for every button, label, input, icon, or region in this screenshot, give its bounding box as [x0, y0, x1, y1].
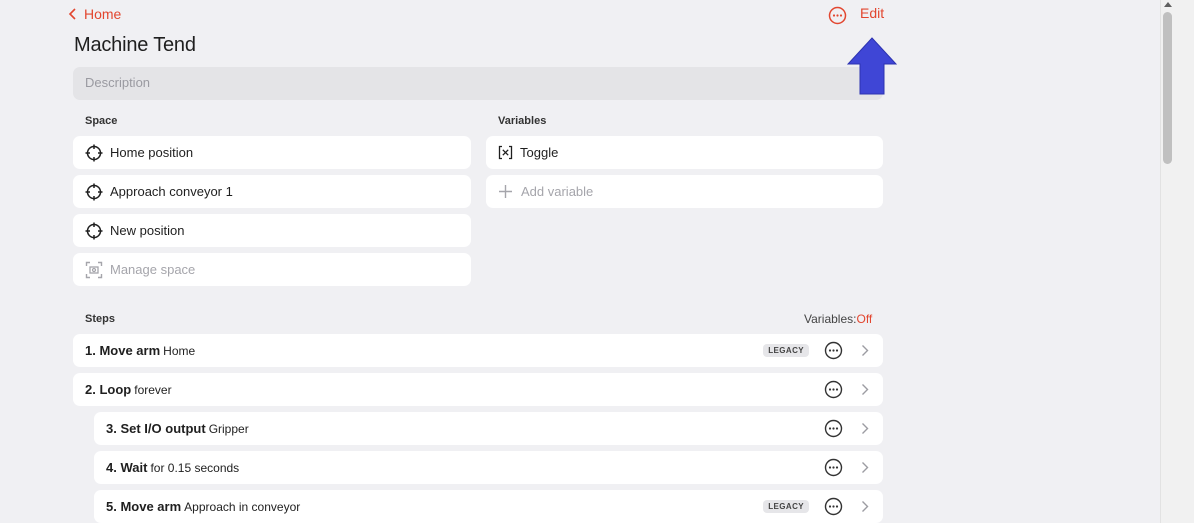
steps-section-label: Steps — [85, 313, 115, 325]
manage-space-button[interactable]: Manage space — [73, 253, 471, 286]
step-detail: Home — [163, 344, 196, 358]
manage-space-label: Manage space — [110, 262, 196, 277]
variable-x-icon — [498, 145, 513, 160]
chevron-right-icon[interactable] — [861, 422, 869, 435]
scan-icon — [85, 261, 103, 278]
add-variable-label: Add variable — [521, 184, 594, 199]
step-name: Loop — [99, 382, 132, 397]
scrollbar-thumb[interactable] — [1163, 12, 1172, 164]
scroll-up-arrow-icon[interactable] — [1162, 0, 1174, 9]
add-variable-button[interactable]: Add variable — [486, 175, 883, 208]
variables-toggle-label: Variables: — [804, 312, 857, 326]
more-options-icon[interactable] — [824, 497, 843, 516]
step-text: 5. Move arm Approach in conveyor — [106, 499, 300, 514]
variable-item-label: Toggle — [520, 145, 559, 160]
chevron-right-icon[interactable] — [861, 344, 869, 357]
step-number: 4. — [106, 460, 117, 475]
chevron-right-icon[interactable] — [861, 461, 869, 474]
up-arrow-icon — [847, 37, 897, 95]
step-detail: Approach in conveyor — [184, 500, 301, 514]
step-detail: Gripper — [208, 422, 249, 436]
crosshair-icon — [85, 144, 103, 161]
step-number: 2. — [85, 382, 96, 397]
space-section-label: Space — [85, 115, 118, 127]
edit-button[interactable]: Edit — [860, 5, 884, 21]
more-options-icon[interactable] — [824, 380, 843, 399]
back-link-label: Home — [84, 6, 122, 22]
chevron-right-icon[interactable] — [861, 500, 869, 513]
more-options-icon[interactable] — [828, 6, 847, 25]
space-item-home-position[interactable]: Home position — [73, 136, 471, 169]
step-name: Move arm — [99, 343, 161, 358]
step-detail: for 0.15 seconds — [150, 461, 240, 475]
space-item-label: New position — [110, 223, 185, 238]
description-placeholder: Description — [85, 75, 151, 90]
space-item-approach-conveyor-1[interactable]: Approach conveyor 1 — [73, 175, 471, 208]
step-row-1[interactable]: 1. Move arm Home LEGACY — [73, 334, 883, 367]
more-options-icon[interactable] — [824, 341, 843, 360]
step-text: 4. Wait for 0.15 seconds — [106, 460, 239, 475]
variables-section-label: Variables — [498, 115, 547, 127]
step-text: 1. Move arm Home — [85, 343, 195, 358]
step-row-5[interactable]: 5. Move arm Approach in conveyor LEGACY — [94, 490, 883, 523]
crosshair-icon — [85, 222, 103, 239]
step-name: Set I/O output — [120, 421, 206, 436]
step-number: 5. — [106, 499, 117, 514]
step-row-4[interactable]: 4. Wait for 0.15 seconds — [94, 451, 883, 484]
step-detail: forever — [134, 383, 172, 397]
page-title: Machine Tend — [74, 34, 196, 56]
space-item-label: Home position — [110, 145, 194, 160]
space-item-label: Approach conveyor 1 — [110, 184, 233, 199]
more-options-icon[interactable] — [824, 419, 843, 438]
crosshair-icon — [85, 183, 103, 200]
step-row-3[interactable]: 3. Set I/O output Gripper — [94, 412, 883, 445]
chevron-left-icon — [68, 8, 76, 20]
variables-toggle[interactable]: Variables:Off — [804, 312, 872, 326]
step-name: Move arm — [120, 499, 182, 514]
chevron-right-icon[interactable] — [861, 383, 869, 396]
step-number: 3. — [106, 421, 117, 436]
variable-item-toggle[interactable]: Toggle — [486, 136, 883, 169]
step-text: 2. Loop forever — [85, 382, 172, 397]
legacy-badge: LEGACY — [763, 344, 809, 357]
space-item-new-position[interactable]: New position — [73, 214, 471, 247]
more-options-icon[interactable] — [824, 458, 843, 477]
plus-icon — [499, 185, 512, 198]
back-link-home[interactable]: Home — [68, 5, 121, 23]
step-name: Wait — [120, 460, 148, 475]
description-field[interactable]: Description — [73, 67, 883, 100]
legacy-badge: LEGACY — [763, 500, 809, 513]
variables-toggle-value: Off — [856, 312, 873, 326]
step-text: 3. Set I/O output Gripper — [106, 421, 249, 436]
step-number: 1. — [85, 343, 96, 358]
step-row-2[interactable]: 2. Loop forever — [73, 373, 883, 406]
